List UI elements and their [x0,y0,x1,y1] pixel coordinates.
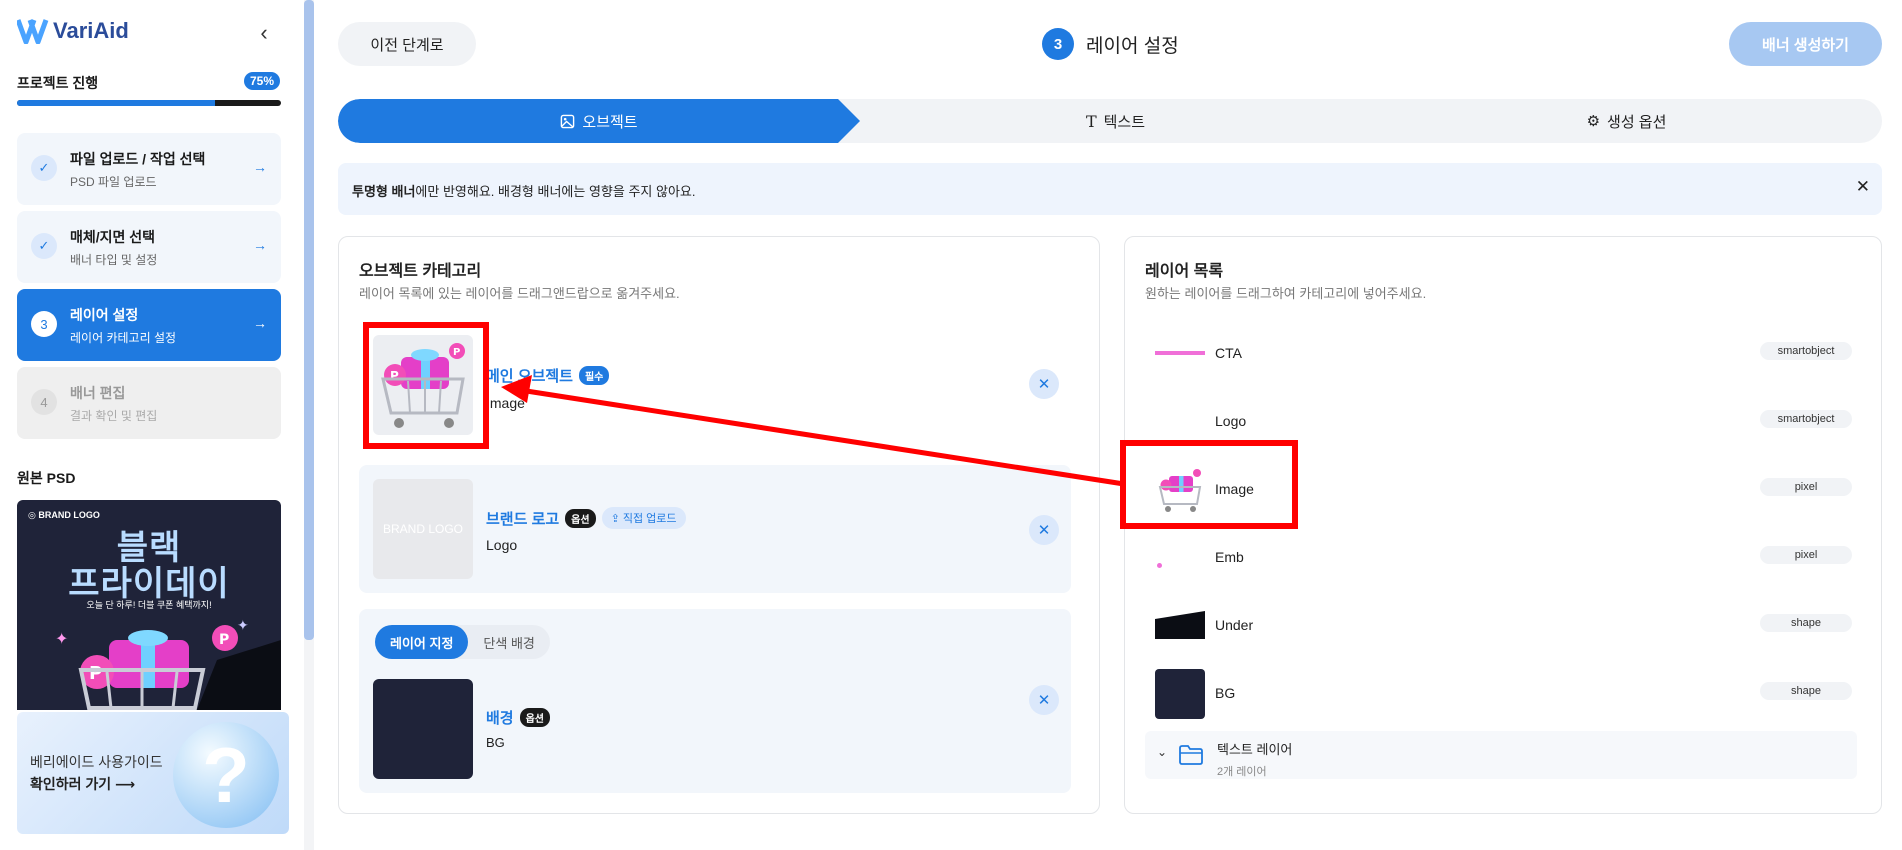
drag-arrow-annotation [501,375,1125,487]
